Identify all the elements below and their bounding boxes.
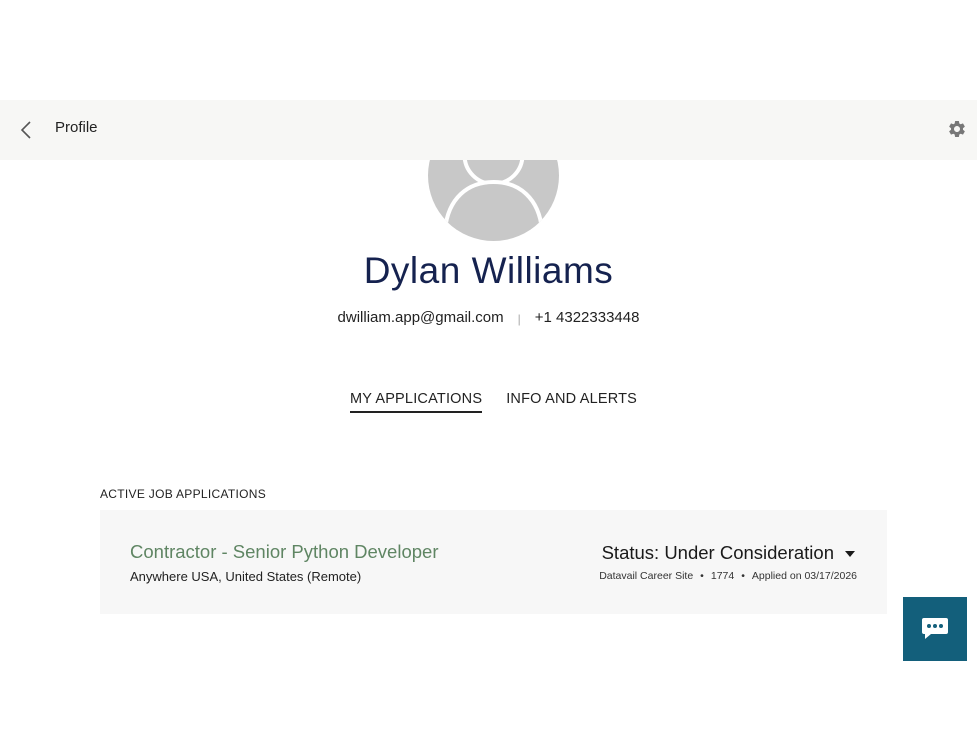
section-heading: ACTIVE JOB APPLICATIONS bbox=[100, 487, 267, 501]
chevron-left-icon[interactable] bbox=[20, 121, 32, 139]
contact-separator: | bbox=[517, 312, 521, 326]
profile-tabs: MY APPLICATIONS INFO AND ALERTS bbox=[350, 391, 637, 413]
tab-info-and-alerts[interactable]: INFO AND ALERTS bbox=[506, 391, 637, 413]
page-title: Profile bbox=[55, 119, 98, 136]
meta-separator: • bbox=[741, 570, 745, 582]
job-title-link[interactable]: Contractor - Senior Python Developer bbox=[130, 541, 438, 563]
job-location: Anywhere USA, United States (Remote) bbox=[130, 569, 362, 584]
chat-button[interactable] bbox=[903, 597, 967, 661]
email-text: dwilliam.app@gmail.com bbox=[337, 309, 504, 326]
contact-info: dwilliam.app@gmail.com | +1 4322333448 bbox=[0, 309, 977, 326]
header-bar: Profile bbox=[0, 100, 977, 160]
gear-icon[interactable] bbox=[947, 119, 967, 139]
application-status[interactable]: Status: Under Consideration bbox=[602, 542, 834, 564]
chat-bubble-icon[interactable] bbox=[921, 617, 949, 641]
phone-text: +1 4322333448 bbox=[534, 309, 640, 326]
applied-date: Applied on 03/17/2026 bbox=[751, 570, 857, 582]
profile-name: Dylan Williams bbox=[363, 250, 614, 291]
application-card[interactable]: Contractor - Senior Python Developer Any… bbox=[100, 510, 887, 614]
tab-my-applications[interactable]: MY APPLICATIONS bbox=[350, 391, 483, 413]
meta-separator: • bbox=[700, 570, 704, 582]
job-id: 1774 bbox=[710, 570, 735, 582]
caret-down-icon[interactable] bbox=[845, 551, 855, 557]
application-source: Datavail Career Site bbox=[599, 570, 694, 582]
settings-button[interactable] bbox=[945, 117, 969, 141]
application-meta: Datavail Career Site • 1774 • Applied on 03/… bbox=[599, 570, 857, 582]
back-button[interactable] bbox=[12, 116, 40, 144]
status-dropdown-toggle[interactable] bbox=[843, 548, 857, 560]
